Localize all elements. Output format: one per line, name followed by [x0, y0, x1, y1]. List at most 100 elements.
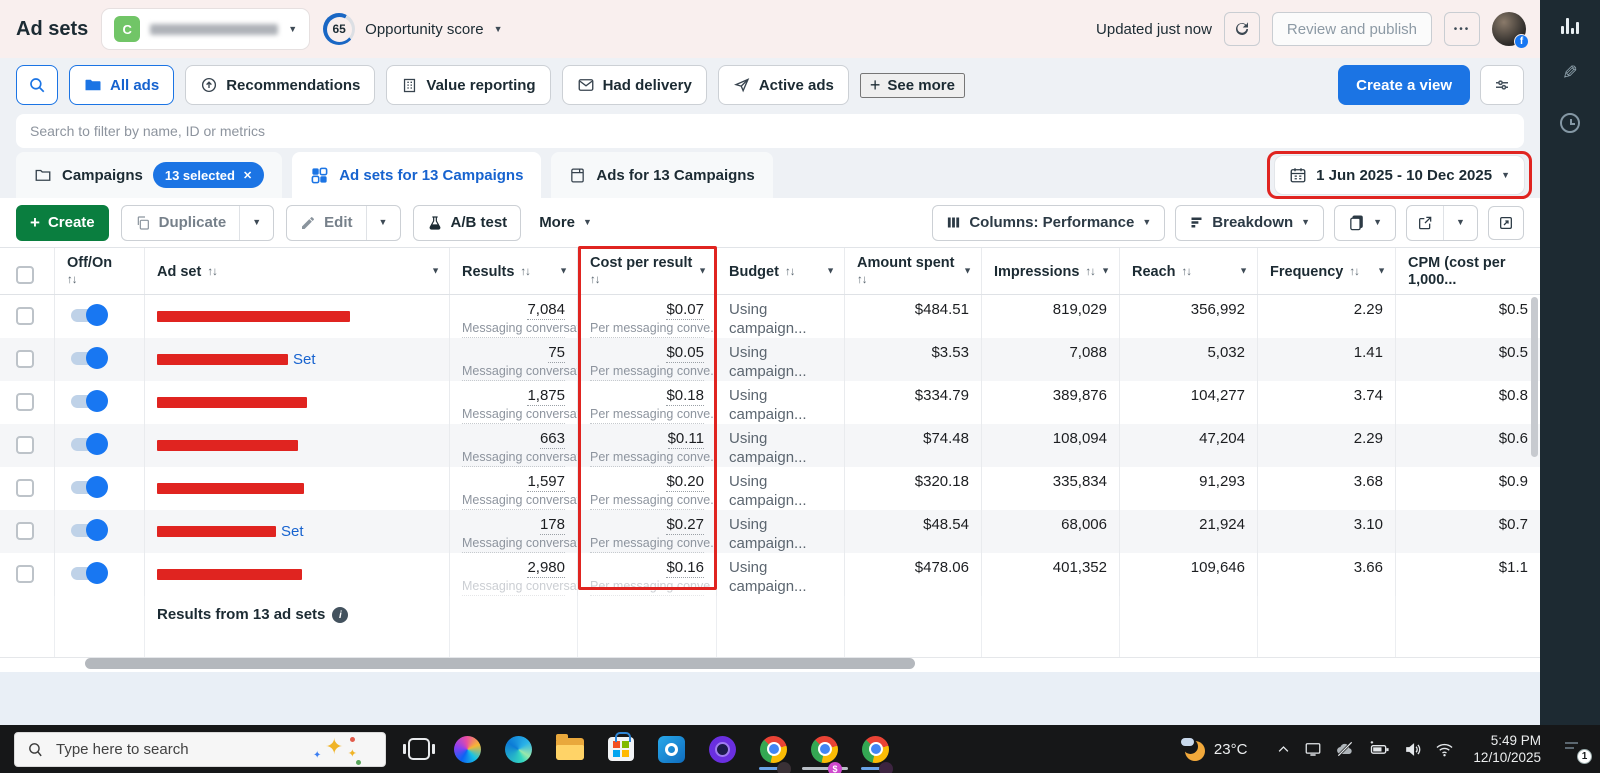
review-publish-button[interactable]: Review and publish — [1271, 12, 1432, 46]
table-row[interactable]: 663 Messaging conversat... $0.11 Per messa… — [0, 424, 1540, 467]
header-impressions[interactable]: Impressions ↑↓ ▼ — [982, 248, 1120, 294]
off-on-toggle[interactable] — [71, 476, 108, 498]
header-budget[interactable]: Budget ↑↓ ▼ — [717, 248, 845, 294]
opportunity-score[interactable]: 65 Opportunity score ▼ — [323, 13, 502, 45]
row-checkbox[interactable] — [16, 565, 34, 583]
chevron-down-icon[interactable]: ▼ — [698, 266, 707, 276]
create-view-button[interactable]: Create a view — [1338, 65, 1470, 105]
header-amount-spent[interactable]: Amount spent ↑↓ ▼ — [845, 248, 982, 294]
battery-tray-button[interactable] — [1368, 739, 1390, 759]
select-all-checkbox[interactable] — [16, 266, 34, 284]
off-on-toggle[interactable] — [71, 304, 108, 326]
tab-ad-sets[interactable]: Ad sets for 13 Campaigns — [292, 152, 542, 198]
chrome-profile-2-button[interactable]: $ — [801, 725, 848, 773]
chevron-down-icon[interactable]: ▼ — [431, 266, 440, 276]
selected-badge[interactable]: 13 selected ✕ — [152, 162, 265, 188]
columns-button[interactable]: Columns: Performance ▼ — [932, 204, 1166, 241]
filter-tab-had-delivery[interactable]: Had delivery — [561, 65, 707, 105]
view-settings-button[interactable] — [1480, 65, 1524, 105]
header-off-on[interactable]: Off/On ↑↓ — [55, 248, 145, 294]
reports-button[interactable]: ▼ — [1334, 204, 1396, 241]
copilot-button[interactable] — [454, 725, 481, 773]
ad-set-name[interactable] — [145, 467, 450, 510]
tab-ads[interactable]: Ads for 13 Campaigns — [551, 152, 773, 198]
expand-button[interactable] — [1488, 205, 1524, 240]
header-frequency[interactable]: Frequency ↑↓ ▼ — [1258, 248, 1396, 294]
row-checkbox[interactable] — [16, 350, 34, 368]
taskbar-clock[interactable]: 5:49 PM 12/10/2025 — [1473, 732, 1541, 766]
cast-tray-button[interactable] — [1304, 740, 1322, 758]
search-input[interactable] — [16, 114, 1524, 148]
chevron-down-icon[interactable]: ▼ — [1377, 266, 1386, 276]
ad-set-name[interactable]: Set — [145, 510, 450, 553]
vertical-scrollbar[interactable] — [1531, 297, 1538, 457]
analytics-icon[interactable] — [1561, 16, 1579, 34]
header-results[interactable]: Results ↑↓ ▼ — [450, 248, 578, 294]
create-button[interactable]: + Create — [16, 204, 109, 241]
history-icon[interactable] — [1560, 113, 1580, 133]
onedrive-tray-button[interactable] — [1335, 739, 1355, 759]
account-selector[interactable]: C ▼ — [102, 9, 310, 49]
info-icon[interactable]: i — [332, 607, 349, 623]
chrome-profile-3-button[interactable] — [860, 725, 893, 773]
filter-tab-active-ads[interactable]: Active ads — [717, 65, 849, 105]
table-row[interactable]: Set 178 Messaging conversat... $0.27 Per m… — [0, 510, 1540, 553]
purple-app-button[interactable] — [709, 725, 736, 773]
chevron-down-icon[interactable]: ▼ — [559, 266, 568, 276]
edit-rail-icon[interactable]: ✎ — [1562, 62, 1578, 85]
row-checkbox[interactable] — [16, 307, 34, 325]
table-row[interactable]: 7,084 Messaging conversat... $0.07 Per mes… — [0, 295, 1540, 338]
row-checkbox[interactable] — [16, 522, 34, 540]
ad-set-name[interactable] — [145, 295, 450, 338]
export-button[interactable] — [1407, 206, 1443, 240]
table-row[interactable]: 2,980 Messaging conversat... $0.16 Per mes… — [0, 553, 1540, 596]
export-dropdown[interactable]: ▼ — [1443, 205, 1477, 240]
refresh-button[interactable] — [1223, 12, 1260, 46]
header-cpm[interactable]: CPM (cost per 1,000... — [1396, 248, 1540, 294]
ad-set-name[interactable] — [145, 553, 450, 596]
network-tray-button[interactable] — [1435, 740, 1454, 759]
breakdown-button[interactable]: Breakdown ▼ — [1175, 204, 1325, 241]
volume-tray-button[interactable] — [1403, 740, 1422, 759]
file-explorer-button[interactable] — [556, 725, 584, 773]
table-row[interactable]: 1,875 Messaging conversat... $0.18 Per mes… — [0, 381, 1540, 424]
table-row[interactable]: 1,597 Messaging conversat... $0.20 Per mes… — [0, 467, 1540, 510]
notification-center-button[interactable]: 1 — [1562, 738, 1592, 764]
chevron-down-icon[interactable]: ▼ — [826, 266, 835, 276]
off-on-toggle[interactable] — [71, 347, 108, 369]
tab-campaigns[interactable]: Campaigns 13 selected ✕ — [16, 152, 283, 198]
ad-set-name[interactable] — [145, 424, 450, 467]
chevron-down-icon[interactable]: ▼ — [1101, 266, 1110, 276]
row-checkbox[interactable] — [16, 436, 34, 454]
off-on-toggle[interactable] — [71, 562, 108, 584]
edge-button[interactable] — [505, 725, 532, 773]
task-view-button[interactable] — [403, 725, 435, 773]
chevron-down-icon[interactable]: ▼ — [1239, 266, 1248, 276]
search-filter-button[interactable] — [16, 65, 58, 105]
filter-tab-all-ads[interactable]: All ads — [69, 65, 175, 105]
tray-expand-button[interactable] — [1276, 742, 1291, 757]
horizontal-scrollbar-thumb[interactable] — [85, 658, 915, 669]
more-button[interactable]: More ▼ — [533, 214, 598, 231]
ab-test-button[interactable]: A/B test — [412, 204, 522, 241]
chrome-profile-1-button[interactable] — [758, 725, 791, 773]
see-more-button[interactable]: + See more — [859, 72, 965, 98]
row-checkbox[interactable] — [16, 479, 34, 497]
header-ad-set[interactable]: Ad set ↑↓ ▼ — [145, 248, 450, 294]
duplicate-button[interactable]: Duplicate — [122, 206, 240, 240]
row-checkbox[interactable] — [16, 393, 34, 411]
filter-tab-value-reporting[interactable]: Value reporting — [386, 65, 551, 105]
taskbar-search[interactable]: Type here to search ✦ ✦ ✦ — [14, 731, 386, 767]
table-row[interactable]: Set 75 Messaging conversat... $0.05 Per me… — [0, 338, 1540, 381]
edit-button[interactable]: Edit — [287, 206, 365, 240]
header-cost-per-result[interactable]: Cost per result ↑↓ ▼ — [578, 248, 717, 294]
close-icon[interactable]: ✕ — [243, 169, 252, 182]
weather-widget[interactable]: 23°C — [1180, 737, 1247, 761]
off-on-toggle[interactable] — [71, 433, 108, 455]
more-options-button[interactable]: ••• — [1444, 12, 1480, 46]
chevron-down-icon[interactable]: ▼ — [963, 266, 972, 276]
user-avatar[interactable]: f — [1492, 12, 1529, 49]
date-range-selector[interactable]: 1 Jun 2025 - 10 Dec 2025 ▼ — [1275, 156, 1524, 194]
header-reach[interactable]: Reach ↑↓ ▼ — [1120, 248, 1258, 294]
microsoft-store-button[interactable] — [608, 725, 634, 773]
